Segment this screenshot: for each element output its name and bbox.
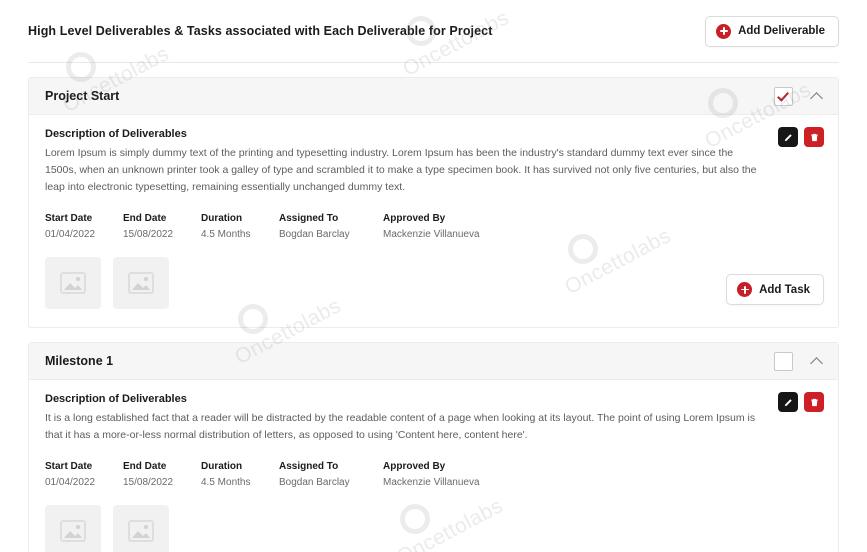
thumbnail[interactable]	[113, 257, 169, 309]
meta-end-date: End Date 15/08/2022	[123, 213, 201, 240]
metadata-row: Start Date 01/04/2022 End Date 15/08/202…	[45, 213, 822, 240]
section-body: Description of Deliverables Lorem Ipsum …	[29, 115, 838, 327]
thumbnail[interactable]	[113, 505, 169, 552]
meta-label: End Date	[123, 461, 201, 472]
meta-label: Start Date	[45, 213, 123, 224]
meta-start-date: Start Date 01/04/2022	[45, 213, 123, 240]
thumbnail-row	[45, 257, 822, 327]
meta-label: Duration	[201, 461, 279, 472]
meta-start-date: Start Date 01/04/2022	[45, 461, 123, 488]
meta-label: Assigned To	[279, 213, 383, 224]
meta-value: Bogdan Barclay	[279, 229, 383, 240]
meta-value: Bogdan Barclay	[279, 477, 383, 488]
pencil-icon	[783, 132, 794, 143]
edit-button[interactable]	[778, 392, 798, 412]
section-header-tools	[774, 87, 824, 106]
section-body: Description of Deliverables It is a long…	[29, 380, 838, 552]
plus-circle-icon	[737, 282, 752, 297]
meta-assigned-to: Assigned To Bogdan Barclay	[279, 213, 383, 240]
add-task-label: Add Task	[759, 284, 810, 296]
meta-label: End Date	[123, 213, 201, 224]
thumbnail[interactable]	[45, 257, 101, 309]
meta-assigned-to: Assigned To Bogdan Barclay	[279, 461, 383, 488]
meta-end-date: End Date 15/08/2022	[123, 461, 201, 488]
page-title: High Level Deliverables & Tasks associat…	[28, 24, 493, 38]
deliverable-section: Milestone 1	[28, 342, 839, 552]
meta-label: Start Date	[45, 461, 123, 472]
edit-button[interactable]	[778, 127, 798, 147]
meta-label: Duration	[201, 213, 279, 224]
meta-label: Approved By	[383, 461, 487, 472]
section-header-tools	[774, 352, 824, 371]
add-task-container: Add Task	[726, 274, 824, 305]
plus-circle-icon	[716, 24, 731, 39]
delete-button[interactable]	[804, 127, 824, 147]
chevron-up-icon[interactable]	[811, 355, 824, 368]
add-deliverable-label: Add Deliverable	[738, 25, 825, 37]
pencil-icon	[783, 397, 794, 408]
chevron-up-icon[interactable]	[811, 90, 824, 103]
image-placeholder-icon	[128, 272, 154, 294]
meta-approved-by: Approved By Mackenzie Villanueva	[383, 461, 487, 488]
image-placeholder-icon	[128, 520, 154, 542]
description-label: Description of Deliverables	[45, 128, 822, 140]
image-placeholder-icon	[60, 272, 86, 294]
meta-value: 4.5 Months	[201, 477, 279, 488]
thumbnail[interactable]	[45, 505, 101, 552]
meta-value: 15/08/2022	[123, 229, 201, 240]
image-placeholder-icon	[60, 520, 86, 542]
add-task-button[interactable]: Add Task	[726, 274, 824, 305]
meta-value: Mackenzie Villanueva	[383, 477, 487, 488]
meta-duration: Duration 4.5 Months	[201, 213, 279, 240]
page-content: High Level Deliverables & Tasks associat…	[0, 0, 867, 552]
meta-label: Approved By	[383, 213, 487, 224]
description-text: Lorem Ipsum is simply dummy text of the …	[45, 145, 763, 196]
section-row-actions	[778, 127, 824, 147]
meta-value: 01/04/2022	[45, 229, 123, 240]
delete-button[interactable]	[804, 392, 824, 412]
thumbnail-row	[45, 505, 822, 552]
meta-value: 4.5 Months	[201, 229, 279, 240]
app-root: Oncettolabs Oncettolabs Oncettolabs Once…	[0, 0, 867, 552]
trash-icon	[809, 132, 820, 143]
meta-value: 01/04/2022	[45, 477, 123, 488]
meta-approved-by: Approved By Mackenzie Villanueva	[383, 213, 487, 240]
section-complete-checkbox[interactable]	[774, 352, 793, 371]
description-text: It is a long established fact that a rea…	[45, 410, 763, 444]
section-title: Milestone 1	[45, 354, 113, 368]
section-title: Project Start	[45, 89, 119, 103]
page-header: High Level Deliverables & Tasks associat…	[28, 0, 839, 63]
trash-icon	[809, 397, 820, 408]
meta-label: Assigned To	[279, 461, 383, 472]
add-deliverable-button[interactable]: Add Deliverable	[705, 16, 839, 47]
metadata-row: Start Date 01/04/2022 End Date 15/08/202…	[45, 461, 822, 488]
meta-value: 15/08/2022	[123, 477, 201, 488]
section-row-actions	[778, 392, 824, 412]
section-header-milestone-1[interactable]: Milestone 1	[29, 343, 838, 380]
meta-value: Mackenzie Villanueva	[383, 229, 487, 240]
section-header-project-start[interactable]: Project Start	[29, 78, 838, 115]
description-label: Description of Deliverables	[45, 393, 822, 405]
meta-duration: Duration 4.5 Months	[201, 461, 279, 488]
deliverable-section: Project Start	[28, 77, 839, 328]
section-complete-checkbox[interactable]	[774, 87, 793, 106]
